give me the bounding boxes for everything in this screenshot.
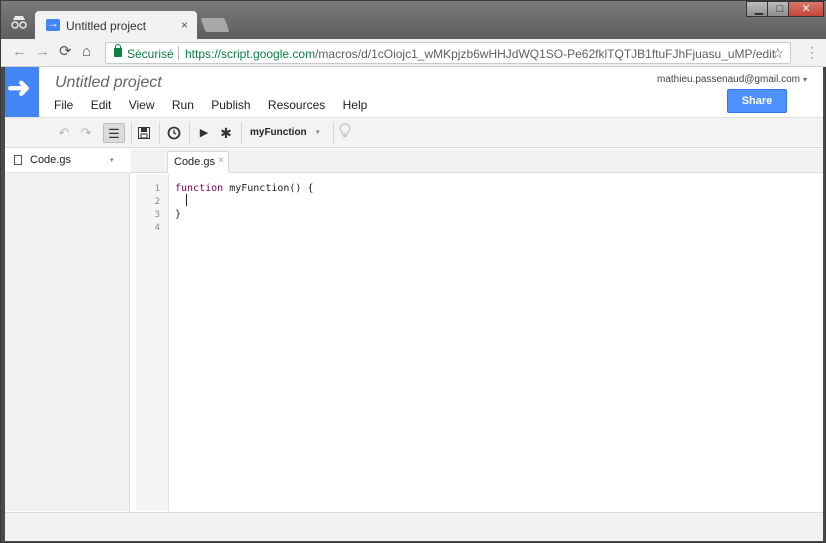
share-button[interactable]: Share: [727, 89, 787, 113]
menu-bar: File Edit View Run Publish Resources Hel…: [54, 98, 381, 112]
new-tab-button[interactable]: [200, 18, 230, 32]
arrow-logo-icon: ➜: [7, 72, 31, 103]
toolbar-divider: [241, 122, 242, 144]
toolbar-divider: [189, 122, 190, 144]
code-line[interactable]: function myFunction() {: [175, 183, 313, 194]
function-select[interactable]: myFunction: [250, 127, 307, 138]
code-keyword: function: [175, 183, 224, 194]
menu-publish[interactable]: Publish: [211, 98, 250, 112]
indent-toggle-icon[interactable]: ☰: [103, 123, 125, 143]
close-window-button[interactable]: ✕: [788, 1, 824, 17]
bookmark-star-icon[interactable]: ☆: [771, 45, 784, 62]
apps-script-editor: ➜ Untitled project File Edit View Run Pu…: [5, 67, 823, 541]
menu-file[interactable]: File: [54, 98, 73, 112]
text-cursor: [186, 194, 187, 206]
code-line[interactable]: }: [175, 209, 181, 220]
tab-close-icon[interactable]: ×: [181, 18, 188, 32]
line-number: 4: [154, 223, 160, 233]
line-number: 1: [154, 184, 160, 194]
debug-bug-icon[interactable]: ✱: [215, 123, 237, 143]
code-text: myFunction() {: [223, 183, 314, 194]
forward-icon[interactable]: →: [35, 44, 50, 60]
editor-toolbar: ↶ ↷ ☰ ▶ ✱ myFunction ▾: [5, 117, 823, 148]
menu-edit[interactable]: Edit: [91, 98, 112, 112]
address-separator: [178, 46, 179, 60]
url-host: https://script.google.com: [185, 47, 316, 61]
code-editor[interactable]: Code.gs × 1 2 3 4 function myFunction() …: [131, 149, 823, 511]
user-email: mathieu.passenaud@gmail.com: [657, 74, 801, 85]
file-menu-caret-icon[interactable]: ▾: [110, 156, 114, 164]
menu-resources[interactable]: Resources: [268, 98, 325, 112]
navigation-bar: ← → ⟳ ⌂ Sécurisé https://script.google.c…: [1, 39, 826, 67]
toolbar-divider: [159, 122, 160, 144]
browser-window: Untitled project × ▁ □ ✕ ← → ⟳ ⌂ Sécuris…: [0, 0, 826, 543]
toolbar-divider: [131, 122, 132, 144]
redo-icon[interactable]: ↷: [75, 123, 97, 143]
editor-tab-code-gs[interactable]: Code.gs ×: [167, 151, 229, 173]
incognito-icon: [11, 16, 27, 29]
file-name: Code.gs: [30, 154, 71, 166]
browser-tab[interactable]: Untitled project ×: [35, 11, 197, 39]
line-number: 3: [154, 210, 160, 220]
url-path: /macros/d/1cOiojc1_wMKpjzb6wHHJdWQ1SO-Pe…: [315, 47, 775, 61]
apps-script-favicon-icon: [46, 16, 60, 31]
code-text: }: [175, 209, 182, 220]
project-title[interactable]: Untitled project: [55, 74, 162, 92]
apps-script-logo[interactable]: ➜: [5, 67, 39, 117]
address-bar[interactable]: Sécurisé https://script.google.com/macro…: [105, 42, 791, 64]
file-icon: [14, 155, 22, 165]
tab-title: Untitled project: [66, 19, 147, 33]
back-icon[interactable]: ←: [12, 44, 27, 60]
home-icon[interactable]: ⌂: [82, 44, 91, 60]
lightbulb-icon[interactable]: [339, 123, 351, 143]
lock-icon: [114, 44, 122, 57]
secure-label: Sécurisé: [127, 47, 174, 61]
line-number-gutter: 1 2 3 4: [136, 174, 169, 511]
browser-menu-icon[interactable]: ⋮: [805, 44, 819, 61]
account-caret-icon: ▾: [803, 75, 808, 84]
editor-tab-strip: Code.gs ×: [131, 149, 823, 173]
reload-icon[interactable]: ⟳: [59, 44, 72, 60]
account-menu[interactable]: mathieu.passenaud@gmail.com ▾: [657, 74, 807, 85]
function-select-caret-icon[interactable]: ▾: [316, 128, 320, 136]
triggers-clock-icon[interactable]: [163, 123, 185, 143]
undo-icon[interactable]: ↶: [53, 123, 75, 143]
url-text[interactable]: https://script.google.com/macros/d/1cOio…: [185, 47, 775, 61]
file-sidebar: Code.gs ▾: [5, 149, 130, 511]
file-item-code-gs[interactable]: Code.gs ▾: [5, 149, 130, 173]
save-icon[interactable]: [133, 123, 155, 143]
line-number: 2: [154, 197, 160, 207]
close-tab-icon[interactable]: ×: [218, 155, 224, 166]
status-bar: [5, 512, 823, 541]
title-bar: Untitled project × ▁ □ ✕: [1, 1, 826, 39]
toolbar-divider: [333, 122, 334, 144]
menu-run[interactable]: Run: [172, 98, 194, 112]
editor-tab-label: Code.gs: [174, 156, 215, 168]
run-icon[interactable]: ▶: [193, 123, 215, 143]
menu-help[interactable]: Help: [343, 98, 368, 112]
menu-view[interactable]: View: [129, 98, 155, 112]
